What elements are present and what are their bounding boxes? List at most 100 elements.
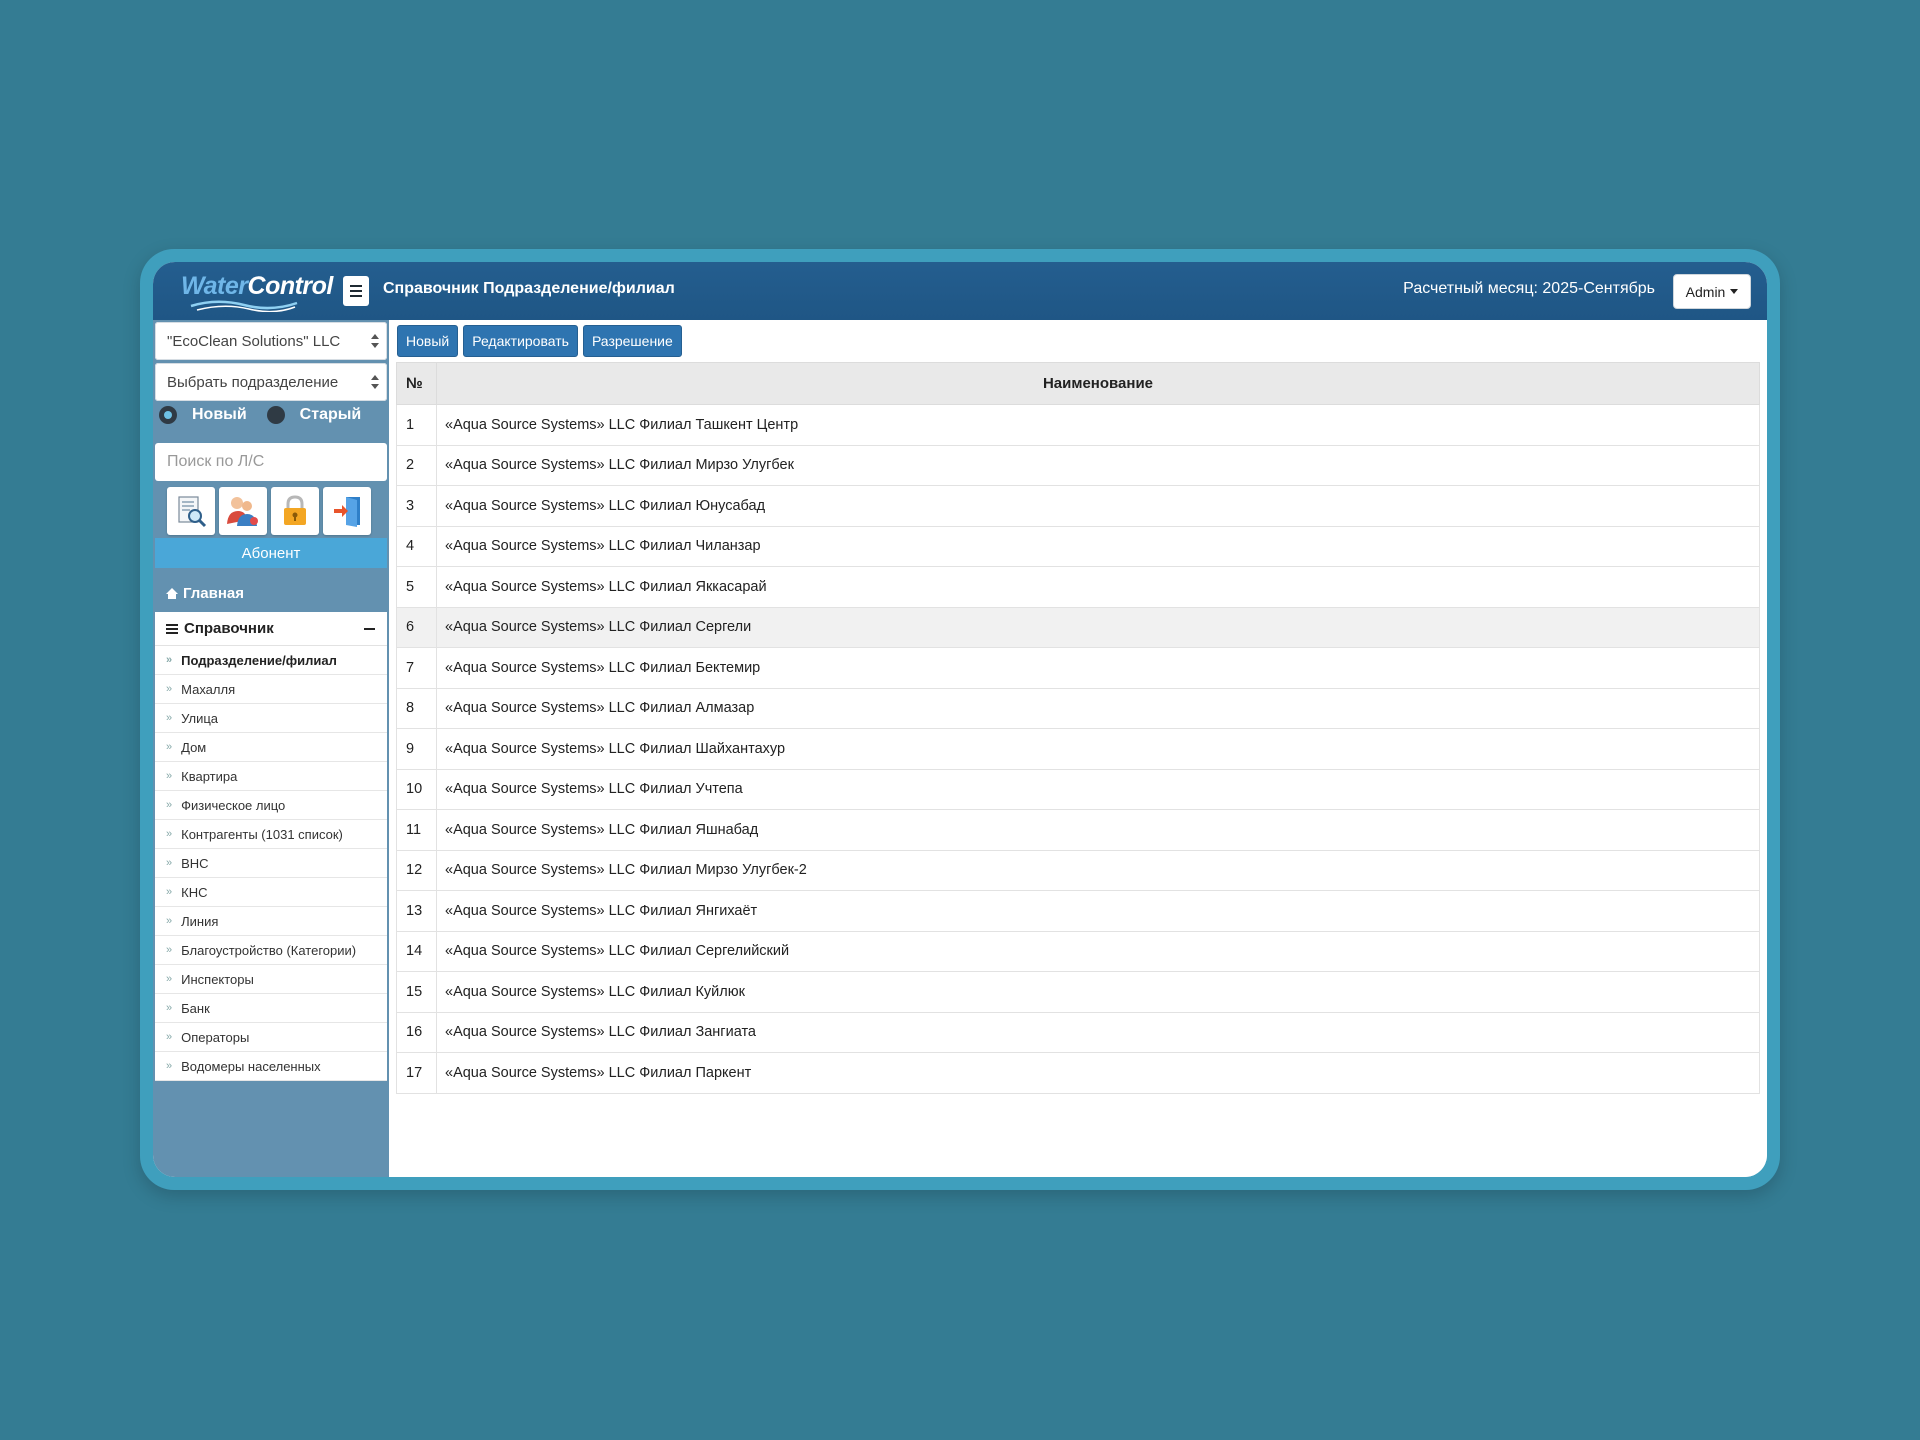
sidebar-item-label: Дом: [181, 740, 207, 755]
row-name: «Aqua Source Systems» LLC Филиал Сергели: [436, 606, 1760, 648]
menu-toggle-button[interactable]: [343, 276, 369, 306]
sidebar-item[interactable]: » Операторы: [155, 1023, 387, 1052]
sidebar-item[interactable]: » Дом: [155, 733, 387, 762]
table-row[interactable]: 12 «Aqua Source Systems» LLC Филиал Мирзо…: [396, 849, 1760, 891]
sidebar-item-label: Водомеры населенных: [181, 1059, 321, 1074]
table-row[interactable]: 16 «Aqua Source Systems» LLC Филиал Занги…: [396, 1011, 1760, 1053]
table-row[interactable]: 1 «Aqua Source Systems» LLC Филиал Ташкен…: [396, 404, 1760, 446]
sidebar-item[interactable]: » Улица: [155, 704, 387, 733]
sidebar: "EcoClean Solutions" LLC Выбрать подразд…: [153, 320, 389, 1177]
users-icon: [227, 497, 258, 526]
row-name: «Aqua Source Systems» LLC Филиал Мирзо У…: [436, 444, 1760, 486]
row-name: «Aqua Source Systems» LLC Филиал Юнусаба…: [436, 485, 1760, 527]
row-number: 4: [396, 525, 437, 567]
table-row[interactable]: 11 «Aqua Source Systems» LLC Филиал Яшнаб…: [396, 809, 1760, 851]
table-row[interactable]: 15 «Aqua Source Systems» LLC Филиал Куйлю…: [396, 971, 1760, 1013]
collapse-minus-icon[interactable]: [364, 628, 375, 630]
company-select-value: "EcoClean Solutions" LLC: [167, 332, 341, 350]
users-button[interactable]: [219, 487, 267, 535]
bullet-icon: »: [166, 944, 173, 956]
bullet-icon: »: [166, 1002, 173, 1014]
lock-button[interactable]: [271, 487, 319, 535]
table-row[interactable]: 9 «Aqua Source Systems» LLC Филиал Шайхан…: [396, 728, 1760, 770]
row-name: «Aqua Source Systems» LLC Филиал Куйлюк: [436, 971, 1760, 1013]
company-select[interactable]: "EcoClean Solutions" LLC: [155, 322, 387, 360]
sidebar-item-label: Физическое лицо: [181, 798, 286, 813]
sidebar-item[interactable]: » Махалля: [155, 675, 387, 704]
sidebar-item[interactable]: » ВНС: [155, 849, 387, 878]
bullet-icon: »: [166, 741, 173, 753]
sidebar-item[interactable]: » Инспекторы: [155, 965, 387, 994]
sidebar-item[interactable]: » Контрагенты (1031 список): [155, 820, 387, 849]
column-header-number[interactable]: №: [396, 362, 437, 405]
sidebar-item[interactable]: » Квартира: [155, 762, 387, 791]
row-number: 11: [396, 809, 437, 851]
hamburger-icon: [350, 285, 362, 287]
admin-dropdown-button[interactable]: Admin: [1673, 274, 1751, 309]
radio-old[interactable]: [266, 406, 285, 424]
document-search-icon: [178, 496, 207, 528]
row-number: 7: [396, 647, 437, 689]
sidebar-item[interactable]: » КНС: [155, 878, 387, 907]
nav-home[interactable]: Главная: [155, 576, 387, 610]
table-row[interactable]: 14 «Aqua Source Systems» LLC Филиал Серге…: [396, 930, 1760, 972]
row-number: 5: [396, 566, 437, 608]
row-name: «Aqua Source Systems» LLC Филиал Шайхант…: [436, 728, 1760, 770]
radio-new[interactable]: [159, 406, 177, 424]
sidebar-item[interactable]: » Благоустройство (Категории): [155, 936, 387, 965]
subscriber-tools: [167, 487, 379, 535]
table-row[interactable]: 10 «Aqua Source Systems» LLC Филиал Учтеп…: [396, 768, 1760, 810]
radio-old-label[interactable]: Старый: [300, 406, 362, 424]
sidebar-item[interactable]: » Банк: [155, 994, 387, 1023]
nav-directory-section: Справочник » Подразделение/филиал » Махалля…: [155, 612, 387, 1081]
row-number: 17: [396, 1052, 437, 1094]
table-row[interactable]: 5 «Aqua Source Systems» LLC Филиал Яккаса…: [396, 566, 1760, 608]
sidebar-item[interactable]: » Водомеры населенных: [155, 1052, 387, 1081]
sidebar-item-label: Инспекторы: [181, 972, 254, 987]
sidebar-item[interactable]: » Физическое лицо: [155, 791, 387, 820]
table-row[interactable]: 17 «Aqua Source Systems» LLC Филиал Парке…: [396, 1052, 1760, 1094]
nav-directory-header[interactable]: Справочник: [155, 612, 387, 646]
device-frame: WaterControl Справочник Подразделение/фи…: [140, 249, 1780, 1190]
radio-new-label[interactable]: Новый: [192, 406, 247, 424]
column-header-name[interactable]: Наименование: [436, 362, 1760, 405]
sidebar-item-label: Квартира: [181, 769, 238, 784]
subscriber-type-radio-group: Новый Старый: [159, 403, 385, 427]
exit-button[interactable]: [323, 487, 371, 535]
table-row[interactable]: 13 «Aqua Source Systems» LLC Филиал Янгих…: [396, 890, 1760, 932]
document-search-button[interactable]: [167, 487, 215, 535]
row-name: «Aqua Source Systems» LLC Филиал Яккасар…: [436, 566, 1760, 608]
table-row[interactable]: 6 «Aqua Source Systems» LLC Филиал Сергел…: [396, 606, 1760, 648]
table-row[interactable]: 7 «Aqua Source Systems» LLC Филиал Бектем…: [396, 647, 1760, 689]
sidebar-item[interactable]: » Линия: [155, 907, 387, 936]
permission-button[interactable]: Разрешение: [582, 325, 682, 357]
logo-text-control: Control: [247, 272, 334, 300]
table-row[interactable]: 8 «Aqua Source Systems» LLC Филиал Алмаза…: [396, 687, 1760, 729]
sidebar-item-label: Благоустройство (Категории): [181, 943, 357, 958]
sidebar-item-label: Операторы: [181, 1030, 250, 1045]
table-row[interactable]: 4 «Aqua Source Systems» LLC Филиал Чиланз…: [396, 525, 1760, 567]
exit-door-icon: [334, 497, 360, 527]
row-name: «Aqua Source Systems» LLC Филиал Мирзо У…: [436, 849, 1760, 891]
row-number: 16: [396, 1011, 437, 1053]
new-button[interactable]: Новый: [397, 325, 459, 357]
lock-icon: [284, 495, 306, 525]
row-name: «Aqua Source Systems» LLC Филиал Учтепа: [436, 768, 1760, 810]
edit-button[interactable]: Редактировать: [463, 325, 578, 357]
division-select[interactable]: Выбрать подразделение: [155, 363, 387, 401]
table-row[interactable]: 3 «Aqua Source Systems» LLC Филиал Юнусаб…: [396, 485, 1760, 527]
sidebar-item[interactable]: » Подразделение/филиал: [155, 646, 387, 675]
watercontrol-logo[interactable]: WaterControl: [181, 270, 333, 312]
bullet-icon: »: [166, 712, 173, 724]
nav-home-label: Главная: [183, 584, 245, 602]
sidebar-item-label: Улица: [181, 711, 219, 726]
row-number: 2: [396, 444, 437, 486]
nav-directory-label: Справочник: [184, 620, 274, 637]
bullet-icon: »: [166, 799, 173, 811]
account-search-input[interactable]: [155, 443, 387, 481]
table-row[interactable]: 2 «Aqua Source Systems» LLC Филиал Мирзо …: [396, 444, 1760, 486]
bullet-icon: »: [166, 1031, 173, 1043]
logo-text-water: Water: [181, 272, 248, 300]
row-number: 12: [396, 849, 437, 891]
subscriber-button[interactable]: Абонент: [155, 538, 387, 568]
